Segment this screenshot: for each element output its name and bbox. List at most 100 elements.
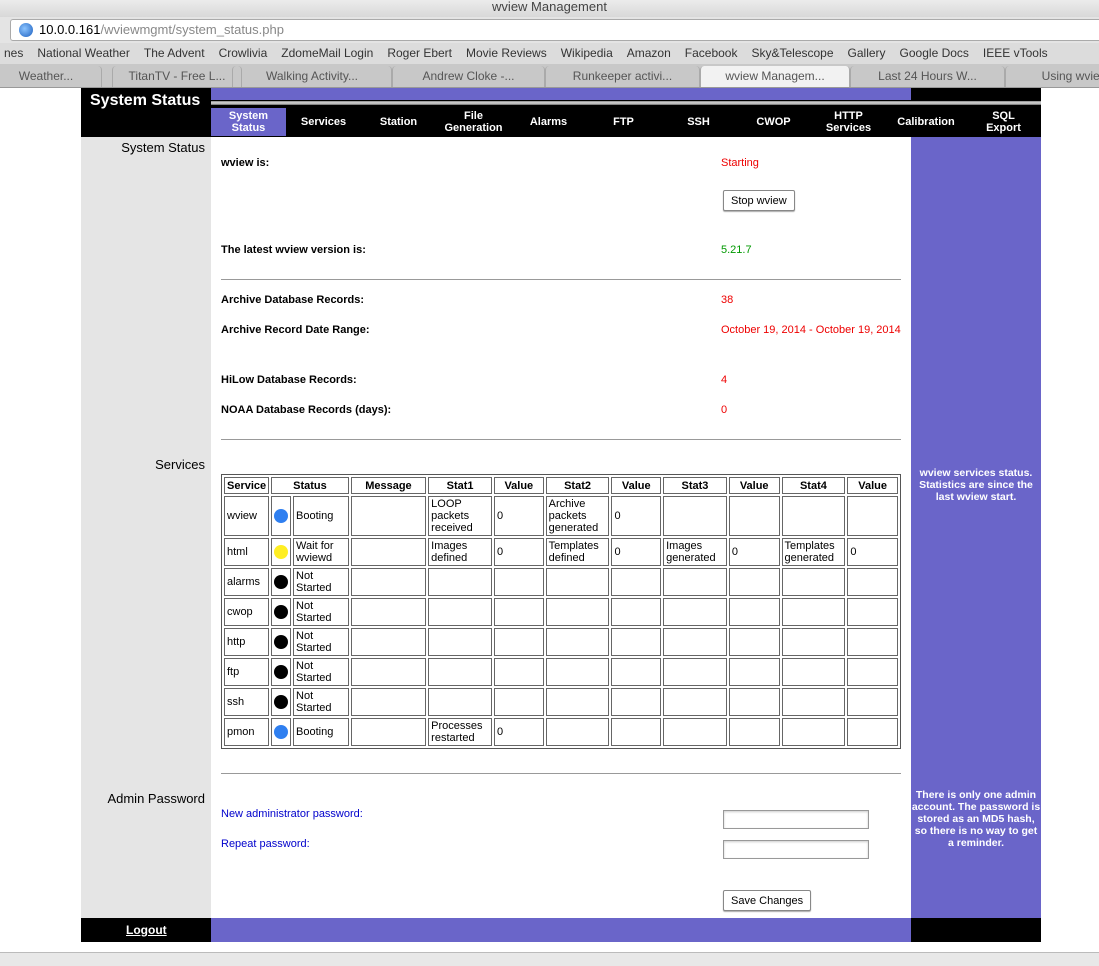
stat-name-cell	[545, 628, 610, 656]
admin-note: There is only one admin account. The pas…	[911, 789, 1041, 849]
stat-name-cell: Templates generated	[781, 538, 846, 566]
nav-tab-label: Services	[301, 116, 346, 128]
stat-value-cell: 0	[494, 496, 544, 536]
bookmark-item[interactable]: The Advent	[134, 46, 215, 60]
stat-name-cell	[428, 628, 492, 656]
header-band	[211, 88, 911, 100]
new-password-input[interactable]	[723, 810, 869, 829]
nav-tab-label: File Generation	[444, 110, 502, 134]
service-name-cell: ftp	[224, 658, 270, 686]
save-changes-button[interactable]: Save Changes	[723, 890, 812, 911]
browser-tab[interactable]: Last 24 Hours W...	[850, 66, 1005, 87]
bookmark-item[interactable]: Movie Reviews	[456, 46, 557, 60]
browser-tab[interactable]: Runkeeper activi...	[545, 66, 700, 87]
stat-name-cell	[663, 658, 727, 686]
nav-tab-label: Station	[380, 116, 417, 128]
bookmark-item[interactable]: ZdomeMail Login	[271, 46, 383, 60]
nav-tab-ftp[interactable]: FTP	[586, 108, 661, 136]
bookmark-item[interactable]: Amazon	[617, 46, 681, 60]
bookmark-item[interactable]: Roger Ebert	[377, 46, 462, 60]
stat-value-cell: 0	[847, 538, 898, 566]
status-indicator-cell	[271, 718, 292, 746]
stat-value-cell	[847, 598, 898, 626]
stat-name-cell	[663, 628, 727, 656]
column-header: Value	[611, 477, 662, 494]
bookmark-item[interactable]: National Weather	[27, 46, 140, 60]
horizontal-scrollbar[interactable]	[0, 952, 1099, 966]
bookmark-item[interactable]: Crowlivia	[209, 46, 278, 60]
bookmark-item[interactable]: Sky&Telescope	[741, 46, 843, 60]
column-header: Service	[224, 477, 270, 494]
nav-tab-label-line: Calibration	[897, 116, 955, 128]
nav-tab-calibration[interactable]: Calibration	[886, 108, 966, 136]
stat-name-cell	[545, 568, 610, 596]
bookmark-item[interactable]: IEEE vTools	[973, 46, 1058, 60]
nav-tab-station[interactable]: Station	[361, 108, 436, 136]
browser-tab[interactable]: Using wview	[1005, 66, 1099, 87]
browser-tab[interactable]: wview Managem...	[700, 66, 850, 87]
column-header: Value	[494, 477, 544, 494]
service-name-cell: alarms	[224, 568, 270, 596]
repeat-password-input[interactable]	[723, 840, 869, 859]
logout-link[interactable]: Logout	[126, 923, 167, 937]
column-header: Stat3	[663, 477, 727, 494]
nav-tab-http-services[interactable]: HTTP Services	[811, 108, 886, 136]
section-services: Services	[155, 457, 205, 472]
browser-tab[interactable]: Weather...	[0, 66, 102, 87]
stat-value-cell	[611, 568, 662, 596]
status-indicator-cell	[271, 628, 292, 656]
status-cell: Not Started	[293, 568, 349, 596]
nav-tab-cwop[interactable]: CWOP	[736, 108, 811, 136]
wview-status-value: Starting	[721, 157, 759, 169]
services-table: Service Status Message Stat1 Value Stat2 Value…	[221, 474, 901, 749]
stat-value-cell	[494, 658, 544, 686]
service-name-cell: wview	[224, 496, 270, 536]
browser-tab[interactable]: TitanTV - Free L...	[112, 66, 242, 87]
stat-value-cell	[847, 688, 898, 716]
stat-value-cell: 0	[611, 538, 662, 566]
stat-value-cell	[611, 688, 662, 716]
bookmark-item[interactable]: Facebook	[675, 46, 748, 60]
nav-tab-alarms[interactable]: Alarms	[511, 108, 586, 136]
column-header: Stat1	[428, 477, 492, 494]
nav-tab-file-generation[interactable]: File Generation	[436, 108, 511, 136]
status-dot-icon	[274, 575, 289, 589]
stat-value-cell	[728, 718, 780, 746]
stat-value-cell: 0	[728, 538, 780, 566]
stat-value-cell	[611, 628, 662, 656]
service-name-cell: html	[224, 538, 270, 566]
nav-tab-label: Alarms	[530, 116, 567, 128]
stat-value-cell	[847, 496, 898, 536]
noaa-label: NOAA Database Records (days):	[221, 404, 392, 416]
stat-value-cell	[611, 658, 662, 686]
nav-tab-services[interactable]: Services	[286, 108, 361, 136]
nav-tab-label-line: Services	[825, 122, 872, 134]
browser-tab[interactable]: Walking Activity...	[232, 66, 392, 87]
table-row: ftp Not Started	[224, 658, 898, 686]
nav-tab-ssh[interactable]: SSH	[661, 108, 736, 136]
date-range-value: October 19, 2014 - October 19, 2014	[721, 324, 901, 336]
bookmark-item[interactable]: Gallery	[838, 46, 896, 60]
nav-tab-system-status[interactable]: System Status	[211, 108, 286, 136]
status-cell: Not Started	[293, 628, 349, 656]
stat-value-cell	[494, 688, 544, 716]
nav-tab-label-line: File	[464, 110, 483, 122]
divider	[221, 439, 901, 440]
section-system-status: System Status	[121, 140, 205, 155]
url-input[interactable]: 10.0.0.161/wviewmgmt/system_status.php	[10, 19, 1099, 41]
column-header: Value	[847, 477, 898, 494]
message-cell	[350, 628, 427, 656]
nav-tab-sql-export[interactable]: SQL Export	[966, 108, 1041, 136]
bookmark-item[interactable]: Wikipedia	[551, 46, 623, 60]
browser-tab[interactable]: Andrew Cloke -...	[392, 66, 545, 87]
nav-tab-label-line: FTP	[613, 116, 634, 128]
stat-name-cell	[781, 658, 846, 686]
bookmark-item[interactable]: Google Docs	[890, 46, 979, 60]
stat-name-cell	[663, 568, 727, 596]
url-host: 10.0.0.161	[39, 22, 101, 37]
stat-value-cell	[611, 598, 662, 626]
stop-wview-button[interactable]: Stop wview	[723, 190, 795, 211]
status-cell: Not Started	[293, 688, 349, 716]
nav-tab-label-line: System	[228, 110, 269, 122]
table-header-row: Service Status Message Stat1 Value Stat2 Value…	[224, 477, 898, 494]
